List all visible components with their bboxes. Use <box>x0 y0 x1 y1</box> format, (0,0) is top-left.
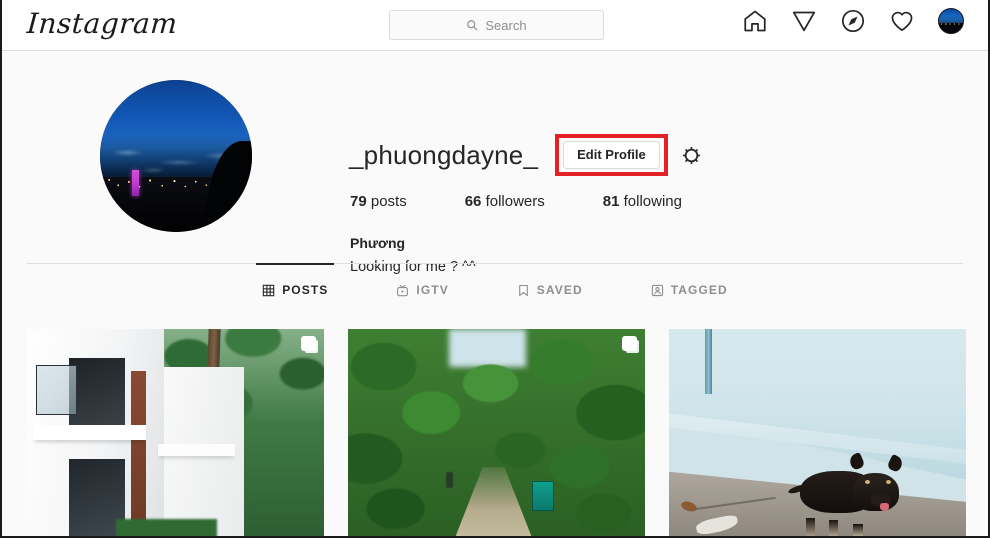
dog-eye-left <box>865 479 871 484</box>
post-thumbnail-1[interactable] <box>27 329 324 536</box>
stat-posts-label: posts <box>370 193 407 210</box>
dog-eye-right <box>885 479 891 484</box>
tab-posts[interactable]: POSTS <box>256 262 335 317</box>
search-icon <box>467 20 478 31</box>
tab-saved[interactable]: SAVED <box>511 264 589 317</box>
dog-leg-front <box>805 518 815 536</box>
avatar-purple-tower <box>131 169 139 196</box>
stat-posts[interactable]: 79 posts <box>350 193 407 210</box>
post-thumbnail-3[interactable] <box>669 329 966 536</box>
grid-icon <box>262 284 275 296</box>
carousel-icon <box>622 336 637 351</box>
nav-icon-group <box>742 8 964 34</box>
avatar-city-lights <box>939 22 963 27</box>
tab-igtv-label: IGTV <box>416 283 449 297</box>
profile-header-section: _phuongdayne_ Edit Profile 79 posts 66 f… <box>2 51 988 275</box>
profile-avatar[interactable] <box>938 8 964 34</box>
brick-column <box>130 370 146 534</box>
instagram-profile-page: Instagram Search _phuongdayne_ Edit Prof… <box>0 0 990 538</box>
home-icon[interactable] <box>742 8 768 34</box>
tab-tagged[interactable]: TAGGED <box>645 264 734 317</box>
instagram-logo[interactable]: Instagram <box>26 7 179 40</box>
page-title: _phuongdayne_ <box>349 139 539 170</box>
tab-saved-label: SAVED <box>536 283 583 297</box>
stat-followers-label: followers <box>485 193 545 210</box>
hedge-row <box>116 519 218 536</box>
gear-icon[interactable] <box>680 144 703 167</box>
bookmark-icon <box>518 284 528 296</box>
dog-tongue <box>879 502 889 511</box>
igtv-icon <box>397 284 409 296</box>
tab-igtv[interactable]: IGTV <box>390 264 454 317</box>
search-placeholder: Search <box>485 17 527 33</box>
balcony-slab-rear <box>157 443 235 457</box>
stat-following-count: 81 <box>602 193 620 210</box>
profile-stats: 79 posts 66 followers 81 following <box>350 193 682 210</box>
top-navigation-bar: Instagram Search <box>2 0 988 51</box>
activity-heart-icon[interactable] <box>889 8 915 34</box>
explore-compass-icon[interactable] <box>840 8 866 34</box>
stat-followers-count: 66 <box>464 193 482 210</box>
tagged-person-icon <box>651 284 663 296</box>
dog-leg-middle <box>829 520 839 536</box>
stat-following-label: following <box>623 193 682 210</box>
tab-tagged-label: TAGGED <box>670 283 728 297</box>
profile-tab-bar: POSTS IGTV SAVED TAGGED <box>27 262 963 317</box>
profile-full-name: Phương <box>350 235 406 251</box>
profile-picture[interactable] <box>100 80 252 232</box>
post-thumbnail-2[interactable] <box>348 329 645 536</box>
username-row: _phuongdayne_ Edit Profile <box>349 134 703 176</box>
drain-pipe <box>704 329 712 394</box>
direct-share-icon[interactable] <box>791 8 817 34</box>
stat-followers[interactable]: 66 followers <box>465 193 545 210</box>
post-grid <box>27 329 966 536</box>
stat-posts-count: 79 <box>350 193 367 210</box>
glass-balcony <box>35 364 78 415</box>
edit-profile-button[interactable]: Edit Profile <box>563 141 660 169</box>
teal-container <box>532 480 555 511</box>
stat-following[interactable]: 81 following <box>603 193 682 210</box>
edit-profile-highlight: Edit Profile <box>555 134 668 176</box>
balcony-slab-front <box>32 425 146 440</box>
distant-person <box>446 471 453 488</box>
search-input[interactable]: Search <box>389 10 604 40</box>
dog-leg-rear <box>853 524 864 536</box>
carousel-icon <box>301 336 316 351</box>
tab-posts-label: POSTS <box>282 283 329 297</box>
